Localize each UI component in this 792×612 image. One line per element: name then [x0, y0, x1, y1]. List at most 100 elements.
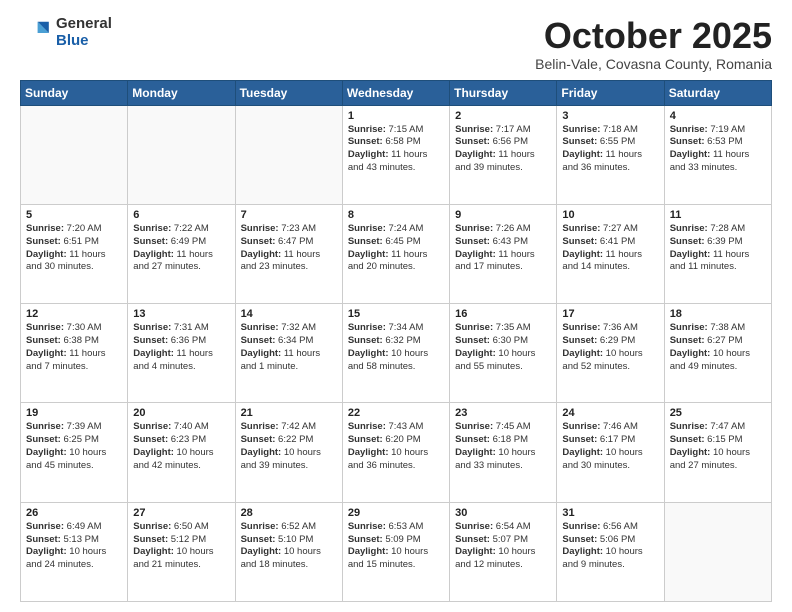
day-info-line: Sunset: 5:06 PM	[562, 534, 658, 547]
table-row: 5Sunrise: 7:20 AMSunset: 6:51 PMDaylight…	[21, 204, 128, 303]
day-info-line: Sunrise: 7:30 AM	[26, 322, 122, 335]
day-number: 22	[348, 407, 444, 419]
day-info-line: Sunrise: 7:23 AM	[241, 223, 337, 236]
day-info-line: Daylight: 10 hours and 58 minutes.	[348, 348, 444, 374]
day-info-line: Sunrise: 7:26 AM	[455, 223, 551, 236]
table-row: 14Sunrise: 7:32 AMSunset: 6:34 PMDayligh…	[235, 304, 342, 403]
logo-icon	[20, 17, 52, 49]
day-number: 15	[348, 308, 444, 320]
day-info-line: Daylight: 11 hours and 11 minutes.	[670, 249, 766, 275]
day-info-line: Sunrise: 6:53 AM	[348, 521, 444, 534]
calendar-week-row: 26Sunrise: 6:49 AMSunset: 5:13 PMDayligh…	[21, 502, 772, 601]
logo-text: General Blue	[56, 16, 112, 49]
day-info-line: Daylight: 10 hours and 55 minutes.	[455, 348, 551, 374]
day-number: 2	[455, 110, 551, 122]
day-info-line: Sunset: 6:30 PM	[455, 335, 551, 348]
table-row: 25Sunrise: 7:47 AMSunset: 6:15 PMDayligh…	[664, 403, 771, 502]
table-row: 12Sunrise: 7:30 AMSunset: 6:38 PMDayligh…	[21, 304, 128, 403]
day-info-line: Sunset: 6:55 PM	[562, 136, 658, 149]
day-info-line: Daylight: 11 hours and 14 minutes.	[562, 249, 658, 275]
day-info-line: Daylight: 10 hours and 18 minutes.	[241, 546, 337, 572]
day-info-line: Daylight: 10 hours and 21 minutes.	[133, 546, 229, 572]
day-number: 21	[241, 407, 337, 419]
day-info-line: Daylight: 11 hours and 20 minutes.	[348, 249, 444, 275]
day-number: 1	[348, 110, 444, 122]
day-info-line: Sunrise: 7:45 AM	[455, 421, 551, 434]
day-info-line: Sunset: 6:25 PM	[26, 434, 122, 447]
day-info-line: Sunset: 5:07 PM	[455, 534, 551, 547]
day-info-line: Daylight: 10 hours and 49 minutes.	[670, 348, 766, 374]
day-info-line: Sunset: 6:53 PM	[670, 136, 766, 149]
table-row: 2Sunrise: 7:17 AMSunset: 6:56 PMDaylight…	[450, 105, 557, 204]
table-row: 20Sunrise: 7:40 AMSunset: 6:23 PMDayligh…	[128, 403, 235, 502]
day-info-line: Daylight: 10 hours and 27 minutes.	[670, 447, 766, 473]
day-info-line: Sunrise: 7:35 AM	[455, 322, 551, 335]
table-row: 11Sunrise: 7:28 AMSunset: 6:39 PMDayligh…	[664, 204, 771, 303]
day-info-line: Daylight: 11 hours and 36 minutes.	[562, 149, 658, 175]
day-info-line: Sunrise: 7:17 AM	[455, 124, 551, 137]
title-block: October 2025 Belin-Vale, Covasna County,…	[535, 16, 772, 72]
day-info-line: Daylight: 11 hours and 27 minutes.	[133, 249, 229, 275]
day-info-line: Sunset: 5:12 PM	[133, 534, 229, 547]
day-info-line: Sunrise: 7:18 AM	[562, 124, 658, 137]
day-info-line: Daylight: 10 hours and 52 minutes.	[562, 348, 658, 374]
col-saturday: Saturday	[664, 80, 771, 105]
table-row: 6Sunrise: 7:22 AMSunset: 6:49 PMDaylight…	[128, 204, 235, 303]
table-row: 27Sunrise: 6:50 AMSunset: 5:12 PMDayligh…	[128, 502, 235, 601]
day-info-line: Sunset: 6:39 PM	[670, 236, 766, 249]
day-number: 9	[455, 209, 551, 221]
day-info-line: Sunset: 6:32 PM	[348, 335, 444, 348]
table-row: 16Sunrise: 7:35 AMSunset: 6:30 PMDayligh…	[450, 304, 557, 403]
table-row: 29Sunrise: 6:53 AMSunset: 5:09 PMDayligh…	[342, 502, 449, 601]
day-number: 12	[26, 308, 122, 320]
table-row: 10Sunrise: 7:27 AMSunset: 6:41 PMDayligh…	[557, 204, 664, 303]
day-info-line: Sunrise: 7:34 AM	[348, 322, 444, 335]
day-number: 28	[241, 507, 337, 519]
day-info-line: Sunset: 6:49 PM	[133, 236, 229, 249]
table-row: 9Sunrise: 7:26 AMSunset: 6:43 PMDaylight…	[450, 204, 557, 303]
table-row: 19Sunrise: 7:39 AMSunset: 6:25 PMDayligh…	[21, 403, 128, 502]
day-number: 19	[26, 407, 122, 419]
calendar-week-row: 12Sunrise: 7:30 AMSunset: 6:38 PMDayligh…	[21, 304, 772, 403]
table-row: 24Sunrise: 7:46 AMSunset: 6:17 PMDayligh…	[557, 403, 664, 502]
day-info-line: Daylight: 10 hours and 9 minutes.	[562, 546, 658, 572]
day-info-line: Sunrise: 7:38 AM	[670, 322, 766, 335]
table-row: 21Sunrise: 7:42 AMSunset: 6:22 PMDayligh…	[235, 403, 342, 502]
day-info-line: Daylight: 11 hours and 7 minutes.	[26, 348, 122, 374]
col-monday: Monday	[128, 80, 235, 105]
day-info-line: Sunset: 6:23 PM	[133, 434, 229, 447]
day-number: 13	[133, 308, 229, 320]
day-number: 7	[241, 209, 337, 221]
day-number: 18	[670, 308, 766, 320]
day-number: 29	[348, 507, 444, 519]
day-number: 14	[241, 308, 337, 320]
calendar-week-row: 1Sunrise: 7:15 AMSunset: 6:58 PMDaylight…	[21, 105, 772, 204]
title-month: October 2025	[535, 16, 772, 56]
day-info-line: Sunset: 6:51 PM	[26, 236, 122, 249]
day-number: 6	[133, 209, 229, 221]
table-row	[128, 105, 235, 204]
day-number: 26	[26, 507, 122, 519]
table-row: 22Sunrise: 7:43 AMSunset: 6:20 PMDayligh…	[342, 403, 449, 502]
table-row: 7Sunrise: 7:23 AMSunset: 6:47 PMDaylight…	[235, 204, 342, 303]
page: General Blue October 2025 Belin-Vale, Co…	[0, 0, 792, 612]
table-row: 30Sunrise: 6:54 AMSunset: 5:07 PMDayligh…	[450, 502, 557, 601]
day-info-line: Sunset: 6:18 PM	[455, 434, 551, 447]
calendar-header-row: Sunday Monday Tuesday Wednesday Thursday…	[21, 80, 772, 105]
day-info-line: Sunrise: 7:42 AM	[241, 421, 337, 434]
logo-blue-text: Blue	[56, 33, 112, 50]
day-number: 4	[670, 110, 766, 122]
calendar-week-row: 19Sunrise: 7:39 AMSunset: 6:25 PMDayligh…	[21, 403, 772, 502]
day-info-line: Sunset: 6:43 PM	[455, 236, 551, 249]
calendar-table: Sunday Monday Tuesday Wednesday Thursday…	[20, 80, 772, 602]
table-row: 28Sunrise: 6:52 AMSunset: 5:10 PMDayligh…	[235, 502, 342, 601]
day-info-line: Sunset: 6:45 PM	[348, 236, 444, 249]
table-row	[664, 502, 771, 601]
table-row: 15 Sunrise: 7:34 AMSunset: 6:32 PMDayligh…	[342, 304, 449, 403]
day-info-line: Sunrise: 7:15 AM	[348, 124, 444, 137]
day-info-line: Daylight: 10 hours and 39 minutes.	[241, 447, 337, 473]
day-number: 20	[133, 407, 229, 419]
day-info-line: Daylight: 10 hours and 33 minutes.	[455, 447, 551, 473]
day-info-line: Sunrise: 6:54 AM	[455, 521, 551, 534]
table-row: 3Sunrise: 7:18 AMSunset: 6:55 PMDaylight…	[557, 105, 664, 204]
